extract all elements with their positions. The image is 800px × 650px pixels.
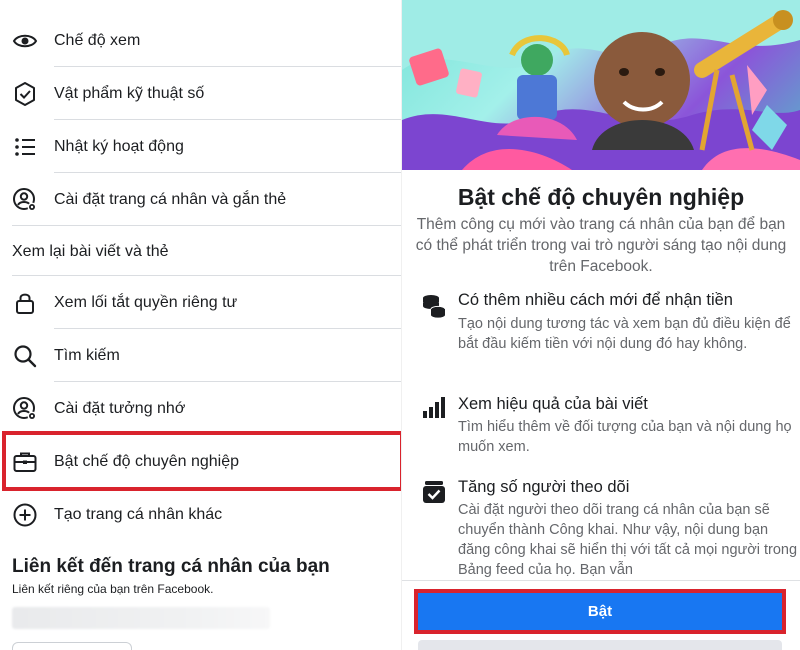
feature-description: Tìm hiểu thêm về đối tượng của bạn và nộ… (458, 419, 792, 455)
search-icon (12, 343, 38, 369)
feature-title: Tăng số người theo dõi (458, 478, 630, 496)
copy-link-button[interactable] (12, 642, 132, 650)
menu-item-label: Xem lối tắt quyền riêng tư (54, 293, 238, 311)
menu-item-profile-tag-settings[interactable]: Cài đặt trang cá nhân và gắn thẻ (0, 173, 401, 226)
inbox-check-icon (420, 478, 448, 506)
feature-description: Cài đặt người theo dõi trang cá nhân của… (458, 502, 798, 578)
bar-chart-icon (420, 394, 448, 422)
menu-item-label: Nhật ký hoạt động (54, 137, 184, 155)
plus-circle-icon (12, 502, 38, 528)
menu-item-digital-items[interactable]: Vật phẩm kỹ thuật số (0, 67, 401, 120)
menu-item-review-posts-tags[interactable]: Xem lại bài viết và thẻ (0, 225, 401, 278)
menu-item-label: Chế độ xem (54, 31, 141, 49)
coins-icon (420, 292, 448, 320)
feature-description: Tạo nội dung tương tác và xem bạn đủ điề… (458, 316, 791, 352)
promo-banner-illustration (402, 0, 800, 170)
professional-mode-intro: Thêm công cụ mới vào trang cá nhân của b… (415, 216, 787, 275)
menu-item-view-mode[interactable]: Chế độ xem (0, 14, 401, 67)
left-menu-panel: Chế độ xem Vật phẩm kỹ thuật số Nhật ký … (0, 0, 401, 650)
professional-mode-headline: Bật chế độ chuyên nghiệp (457, 184, 745, 210)
menu-item-search[interactable]: Tìm kiếm (0, 329, 401, 382)
list-icon (12, 134, 38, 160)
menu-item-memorial-settings[interactable]: Cài đặt tưởng nhớ (0, 382, 401, 435)
menu-item-privacy-shortcuts[interactable]: Xem lối tắt quyền riêng tư (0, 276, 401, 329)
lock-icon (12, 290, 38, 316)
profile-link-subtitle: Liên kết riêng của bạn trên Facebook. (12, 582, 214, 596)
menu-item-activity-log[interactable]: Nhật ký hoạt động (0, 120, 401, 173)
menu-item-label: Cài đặt trang cá nhân và gắn thẻ (54, 190, 287, 208)
profile-link-title: Liên kết đến trang cá nhân của bạn (12, 556, 330, 577)
badge-check-icon (12, 81, 38, 107)
menu-item-label: Tìm kiếm (54, 346, 120, 364)
menu-item-label: Cài đặt tưởng nhớ (54, 399, 186, 417)
menu-item-label: Tạo trang cá nhân khác (54, 505, 223, 523)
professional-mode-panel: Bật chế độ chuyên nghiệp Thêm công cụ mớ… (402, 0, 800, 650)
profile-settings-icon (12, 187, 38, 213)
enable-professional-mode-button[interactable]: Bật (418, 593, 782, 630)
menu-item-label: Xem lại bài viết và thẻ (12, 242, 169, 260)
eye-icon (12, 28, 38, 54)
profile-settings-icon (12, 396, 38, 422)
feature-title: Có thêm nhiều cách mới để nhận tiền (458, 291, 733, 309)
menu-item-create-profile[interactable]: Tạo trang cá nhân khác (0, 488, 401, 541)
secondary-button[interactable] (418, 640, 782, 650)
menu-item-label: Vật phẩm kỹ thuật số (54, 84, 205, 102)
profile-link-url[interactable] (12, 607, 270, 629)
highlight-box (2, 431, 401, 491)
feature-title: Xem hiệu quả của bài viết (458, 395, 648, 413)
